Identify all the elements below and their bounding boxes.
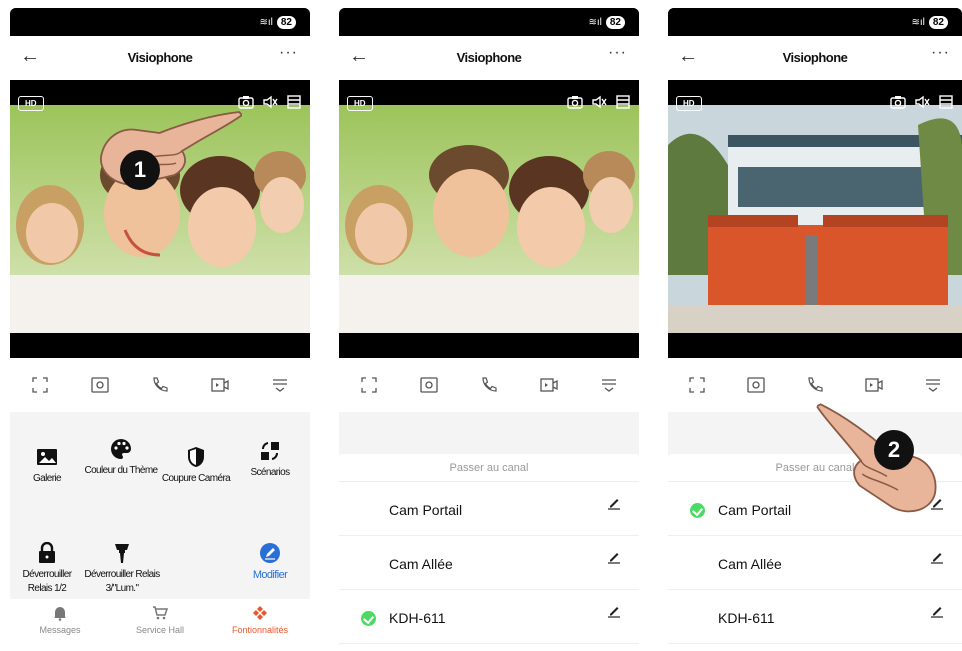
channel-switch-sheet: Passer au canal Cam Portail Cam Allée KD… [339,454,639,651]
step-badge-2: 2 [874,430,914,470]
channel-item[interactable]: Cam Portail [339,482,639,536]
scenarios-icon [259,440,281,462]
modify-button[interactable]: Modifier [233,542,307,582]
phone-icon[interactable] [479,375,499,395]
features-icon [252,605,268,621]
snapshot-camera-icon[interactable] [567,94,583,110]
wifi-signal-icon: ≋ıl [259,17,273,28]
collapse-icon[interactable] [923,375,943,395]
camera-cut-button[interactable]: Coupure Caméra [159,446,233,486]
more-options-icon[interactable]: ··· [608,44,627,62]
mute-icon[interactable] [591,94,607,110]
app-header: ← Visiophone ··· [339,36,639,80]
record-video-icon[interactable] [539,375,559,395]
phone-screen-2: ≋ıl 82 ← Visiophone ··· HD Passer au can… [339,8,639,651]
edit-icon[interactable] [607,496,621,510]
snapshot-icon[interactable] [90,375,110,395]
hd-button[interactable]: HD [18,96,44,111]
unlock-relay-3-button[interactable]: Déverrouiller Relais 3/"Lum." [82,542,162,596]
check-icon [361,611,376,626]
tab-features[interactable]: Fontionnalités [210,599,310,651]
channel-item[interactable]: KDH-611 [339,590,639,644]
battery-indicator: 82 [928,16,948,29]
bell-icon [52,605,68,621]
shield-icon [185,446,207,468]
status-bar: ≋ıl 82 [10,8,310,36]
page-title: Visiophone [456,50,522,65]
phone-screen-3: ≋ıl 82 ← Visiophone ··· HD Passer au can… [668,8,962,651]
snapshot-icon[interactable] [419,375,439,395]
snapshot-icon[interactable] [746,375,766,395]
phone-icon[interactable] [150,375,170,395]
more-options-icon[interactable]: ··· [279,44,298,62]
tab-service-hall[interactable]: Service Hall [110,599,210,651]
hd-button[interactable]: HD [347,96,373,111]
pointing-hand-icon [92,100,242,190]
edit-icon[interactable] [607,550,621,564]
fullscreen-icon[interactable] [30,375,50,395]
gallery-button[interactable]: Galerie [10,446,84,486]
bottom-tab-bar: Messages Service Hall Fontionnalités [10,599,310,651]
collapse-icon[interactable] [270,375,290,395]
light-icon [111,542,133,564]
lock-icon [36,542,58,564]
page-title: Visiophone [127,50,193,65]
wifi-signal-icon: ≋ıl [588,17,602,28]
phone-screen-1: ≋ıl 82 ← Visiophone ··· HD 1 Galerie Cou… [10,8,310,651]
mute-icon[interactable] [262,94,278,110]
mute-icon[interactable] [914,94,930,110]
sheet-title: Passer au canal [339,454,639,482]
battery-indicator: 82 [605,16,625,29]
channel-list-icon[interactable] [938,94,954,110]
record-video-icon[interactable] [210,375,230,395]
call-controls [668,358,962,412]
fullscreen-icon[interactable] [687,375,707,395]
edit-icon[interactable] [930,550,944,564]
family-video-image [339,105,639,333]
theme-color-button[interactable]: Couleur du Thème [84,438,158,478]
video-feed: HD [339,80,639,358]
record-video-icon[interactable] [864,375,884,395]
video-feed: HD [668,80,962,358]
status-bar: ≋ıl 82 [668,8,962,36]
call-controls [339,358,639,412]
edit-icon[interactable] [930,604,944,618]
tab-messages[interactable]: Messages [10,599,110,651]
more-options-icon[interactable]: ··· [931,44,950,62]
wifi-signal-icon: ≋ıl [911,17,925,28]
unlock-relay-1-2-button[interactable]: Déverrouiller Relais 1/2 [10,542,84,596]
app-header: ← Visiophone ··· [668,36,962,80]
scenarios-button[interactable]: Scénarios [233,440,307,480]
pencil-icon [259,542,281,564]
channel-item[interactable]: KDH-611 [668,590,962,644]
status-bar: ≋ıl 82 [339,8,639,36]
channel-item[interactable]: Cam Allée [668,536,962,590]
call-controls [10,358,310,412]
channel-list-icon[interactable] [615,94,631,110]
gallery-icon [36,446,58,468]
collapse-icon[interactable] [599,375,619,395]
check-icon [690,503,705,518]
cart-icon [152,605,168,621]
channel-item[interactable]: Cam Allée [339,536,639,590]
app-header: ← Visiophone ··· [10,36,310,80]
battery-indicator: 82 [276,16,296,29]
snapshot-camera-icon[interactable] [890,94,906,110]
step-badge-1: 1 [120,150,160,190]
gate-video-image [668,105,962,333]
palette-icon [110,438,132,460]
page-title: Visiophone [782,50,848,65]
channel-list-icon[interactable] [286,94,302,110]
fullscreen-icon[interactable] [359,375,379,395]
edit-icon[interactable] [607,604,621,618]
hd-button[interactable]: HD [676,96,702,111]
